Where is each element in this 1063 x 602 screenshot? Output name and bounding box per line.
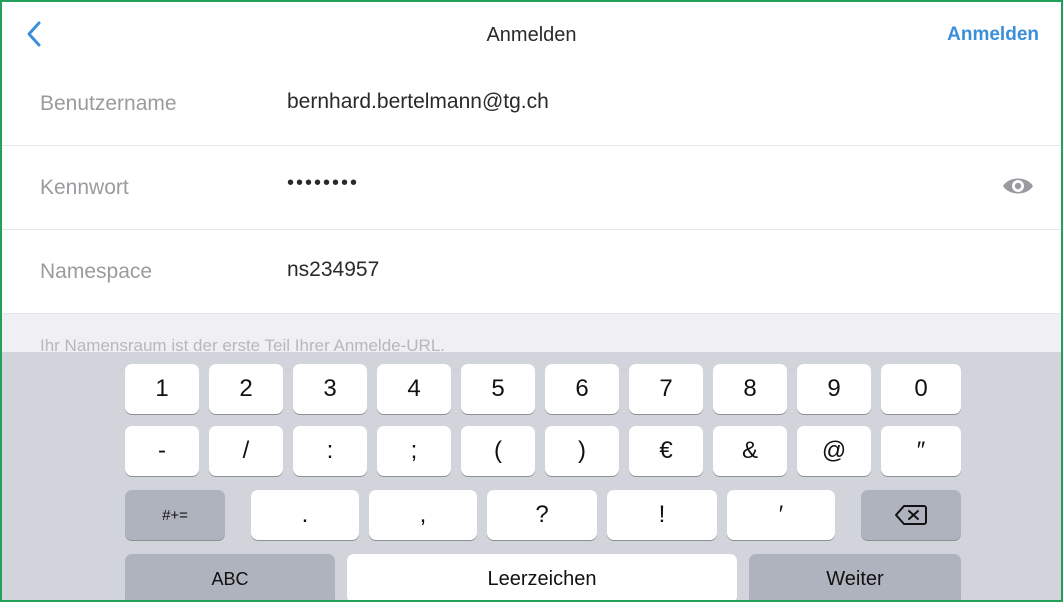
password-field[interactable]: •••••••• bbox=[287, 172, 927, 195]
key-apostrophe[interactable]: ′ bbox=[727, 490, 835, 540]
key-0[interactable]: 0 bbox=[881, 364, 961, 414]
hint-area: Ihr Namensraum ist der erste Teil Ihrer … bbox=[2, 314, 1061, 355]
key-slash[interactable]: / bbox=[209, 426, 283, 476]
eye-icon[interactable] bbox=[1001, 174, 1035, 198]
key-5[interactable]: 5 bbox=[461, 364, 535, 414]
key-close-paren[interactable]: ) bbox=[545, 426, 619, 476]
namespace-label: Namespace bbox=[40, 260, 153, 283]
key-3[interactable]: 3 bbox=[293, 364, 367, 414]
key-9[interactable]: 9 bbox=[797, 364, 871, 414]
key-question[interactable]: ? bbox=[487, 490, 597, 540]
delete-key[interactable] bbox=[861, 490, 961, 540]
abc-key[interactable]: ABC bbox=[125, 554, 335, 600]
key-8[interactable]: 8 bbox=[713, 364, 787, 414]
key-period[interactable]: . bbox=[251, 490, 359, 540]
password-row[interactable]: Kennwort •••••••• bbox=[2, 146, 1061, 230]
page-title: Anmelden bbox=[486, 24, 577, 46]
key-double-quote[interactable]: ″ bbox=[881, 426, 961, 476]
return-key[interactable]: Weiter bbox=[749, 554, 961, 600]
key-at[interactable]: @ bbox=[797, 426, 871, 476]
app-window: Anmelden Anmelden Benutzername bernhard.… bbox=[0, 0, 1063, 602]
key-open-paren[interactable]: ( bbox=[461, 426, 535, 476]
key-hyphen[interactable]: - bbox=[125, 426, 199, 476]
symbols-key[interactable]: #+= bbox=[125, 490, 225, 540]
key-semicolon[interactable]: ; bbox=[377, 426, 451, 476]
key-4[interactable]: 4 bbox=[377, 364, 451, 414]
key-6[interactable]: 6 bbox=[545, 364, 619, 414]
key-7[interactable]: 7 bbox=[629, 364, 703, 414]
key-ampersand[interactable]: & bbox=[713, 426, 787, 476]
username-label: Benutzername bbox=[40, 92, 177, 115]
username-row[interactable]: Benutzername bernhard.bertelmann@tg.ch bbox=[2, 62, 1061, 146]
namespace-field[interactable]: ns234957 bbox=[287, 258, 927, 282]
username-field[interactable]: bernhard.bertelmann@tg.ch bbox=[287, 90, 927, 114]
space-key[interactable]: Leerzeichen bbox=[347, 554, 737, 600]
backspace-icon bbox=[895, 505, 927, 525]
on-screen-keyboard: 1 2 3 4 5 6 7 8 9 0 - / : ; ( ) € & @ ″ … bbox=[2, 352, 1061, 600]
key-2[interactable]: 2 bbox=[209, 364, 283, 414]
navigation-bar: Anmelden Anmelden bbox=[2, 2, 1061, 66]
login-button[interactable]: Anmelden bbox=[947, 24, 1039, 46]
key-colon[interactable]: : bbox=[293, 426, 367, 476]
password-label: Kennwort bbox=[40, 176, 129, 199]
key-1[interactable]: 1 bbox=[125, 364, 199, 414]
key-comma[interactable]: , bbox=[369, 490, 477, 540]
key-exclamation[interactable]: ! bbox=[607, 490, 717, 540]
namespace-row[interactable]: Namespace ns234957 bbox=[2, 230, 1061, 314]
key-euro[interactable]: € bbox=[629, 426, 703, 476]
